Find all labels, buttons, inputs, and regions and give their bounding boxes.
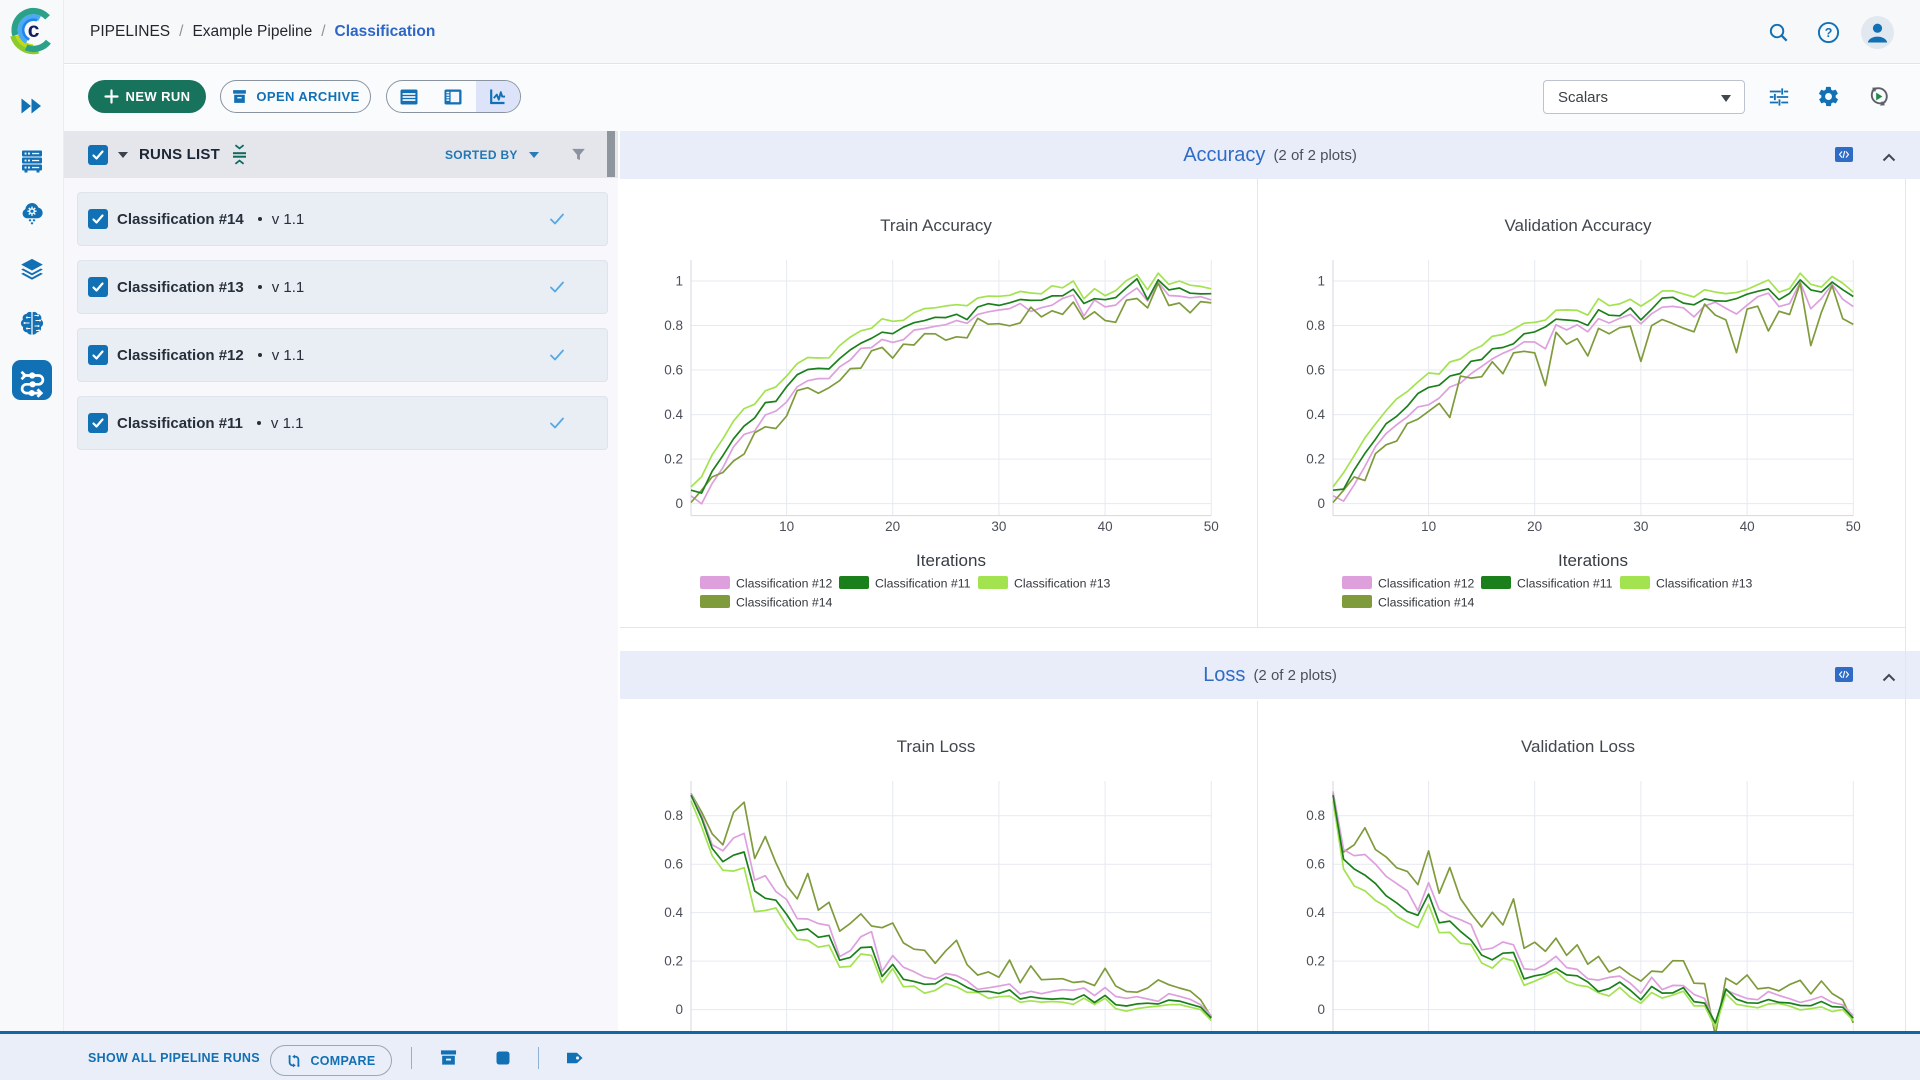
svg-text:Classification #12: Classification #12 bbox=[1378, 577, 1475, 591]
svg-text:Classification #14: Classification #14 bbox=[1378, 596, 1475, 610]
svg-text:Validation Accuracy: Validation Accuracy bbox=[1504, 216, 1652, 235]
svg-text:0.6: 0.6 bbox=[1306, 363, 1325, 378]
svg-text:10: 10 bbox=[779, 519, 794, 534]
svg-text:30: 30 bbox=[991, 519, 1006, 534]
svg-text:50: 50 bbox=[1846, 519, 1861, 534]
svg-text:0.2: 0.2 bbox=[664, 452, 683, 467]
svg-text:0: 0 bbox=[675, 1002, 683, 1017]
svg-text:0.2: 0.2 bbox=[664, 954, 683, 969]
svg-text:Classification #11: Classification #11 bbox=[875, 577, 971, 591]
svg-text:40: 40 bbox=[1740, 519, 1755, 534]
svg-text:1: 1 bbox=[1317, 274, 1325, 289]
svg-text:0.2: 0.2 bbox=[1306, 954, 1325, 969]
svg-text:0.4: 0.4 bbox=[664, 905, 683, 920]
svg-text:Validation Loss: Validation Loss bbox=[1521, 737, 1635, 756]
svg-text:?: ? bbox=[1825, 26, 1833, 40]
svg-text:0.8: 0.8 bbox=[664, 318, 683, 333]
svg-text:0.4: 0.4 bbox=[664, 407, 683, 422]
svg-text:0: 0 bbox=[675, 496, 683, 511]
svg-text:30: 30 bbox=[1633, 519, 1648, 534]
svg-text:Classification #13: Classification #13 bbox=[1656, 577, 1753, 591]
svg-text:0: 0 bbox=[1317, 1002, 1325, 1017]
svg-text:0.4: 0.4 bbox=[1306, 407, 1325, 422]
svg-text:20: 20 bbox=[885, 519, 900, 534]
svg-text:Iterations: Iterations bbox=[1558, 551, 1628, 570]
svg-text:0.8: 0.8 bbox=[1306, 808, 1325, 823]
svg-text:0.6: 0.6 bbox=[1306, 857, 1325, 872]
svg-text:0.2: 0.2 bbox=[1306, 452, 1325, 467]
svg-text:Train Accuracy: Train Accuracy bbox=[880, 216, 992, 235]
svg-text:0.6: 0.6 bbox=[664, 857, 683, 872]
svg-text:0.8: 0.8 bbox=[1306, 318, 1325, 333]
svg-text:Iterations: Iterations bbox=[916, 551, 986, 570]
svg-text:0.6: 0.6 bbox=[664, 363, 683, 378]
svg-text:0: 0 bbox=[1317, 496, 1325, 511]
svg-text:10: 10 bbox=[1421, 519, 1436, 534]
svg-text:20: 20 bbox=[1527, 519, 1542, 534]
svg-text:1: 1 bbox=[675, 274, 683, 289]
svg-text:Classification #11: Classification #11 bbox=[1517, 577, 1613, 591]
svg-text:Train Loss: Train Loss bbox=[897, 737, 976, 756]
svg-text:Classification #14: Classification #14 bbox=[736, 596, 833, 610]
svg-text:0.4: 0.4 bbox=[1306, 905, 1325, 920]
svg-text:40: 40 bbox=[1098, 519, 1113, 534]
svg-text:0.8: 0.8 bbox=[664, 808, 683, 823]
svg-text:Classification #12: Classification #12 bbox=[736, 577, 833, 591]
svg-text:50: 50 bbox=[1204, 519, 1219, 534]
svg-text:Classification #13: Classification #13 bbox=[1014, 577, 1111, 591]
svg-text:c: c bbox=[28, 19, 40, 42]
